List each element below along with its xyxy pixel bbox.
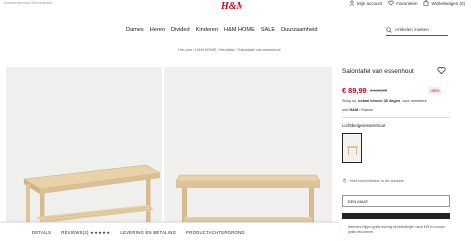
nav-item-dames[interactable]: Dames — [126, 27, 144, 33]
hm-logo[interactable]: H&M — [220, 0, 242, 14]
klarna-promo-line-1: Shop nu, betaal binnen 30 dagen, voor me… — [342, 99, 427, 103]
original-price: € 199,00 — [370, 88, 388, 93]
top-bar: Klantenservice Nieuwsbrief H&M Mijn acco… — [0, 0, 475, 12]
favorites-link[interactable]: Favorieten — [388, 0, 417, 6]
table-illustration-front — [164, 67, 332, 241]
product-image-angled[interactable] — [6, 67, 162, 241]
breadcrumb[interactable]: Hm.com / H&M HOME / Meubilair / Salontaf… — [178, 48, 281, 52]
nav-item-kinderen[interactable]: Kinderen — [196, 27, 218, 33]
svg-text:H&M: H&M — [220, 1, 242, 12]
favorite-heart-icon[interactable] — [437, 66, 446, 75]
nav-item-heren[interactable]: Heren — [150, 27, 165, 33]
promo-text-end: , voor members — [400, 99, 427, 103]
heart-icon — [388, 0, 394, 6]
cart-label: Winkelwagen (0) — [431, 0, 465, 6]
search-icon — [386, 26, 392, 33]
promo-bold-text: betaal binnen 30 dagen — [358, 99, 401, 103]
account-link[interactable]: Mijn account — [349, 0, 382, 6]
nav-item-duurzaamheid[interactable]: Duurzaamheid — [281, 27, 317, 33]
account-label: Mijn account — [356, 0, 383, 6]
klarna-promo-line-2: met H&M • Klarna. — [342, 108, 374, 112]
discount-badge: -55% — [428, 87, 442, 94]
account-links: Mijn account Favorieten Winkelwagen (0) — [349, 0, 465, 6]
favorites-label: Favorieten — [396, 0, 418, 6]
main-nav: Dames Heren Divided Kinderen H&M HOME SA… — [126, 27, 318, 33]
nav-item-divided[interactable]: Divided — [171, 27, 190, 33]
shopping-bag-icon — [424, 0, 429, 6]
size-selector[interactable]: EEN MAAT — [342, 195, 450, 207]
store-availability: Niet beschikbaar in de winkels — [342, 178, 404, 183]
tab-delivery-payment[interactable]: LEVERING EN BETALING — [120, 230, 176, 235]
top-links[interactable]: Klantenservice Nieuwsbrief — [4, 0, 52, 5]
add-to-cart-button[interactable] — [342, 213, 450, 219]
product-title: Salontafel van essenhout — [342, 68, 414, 75]
nav-item-hm-home[interactable]: H&M HOME — [224, 27, 255, 33]
table-illustration-angled — [6, 67, 162, 241]
availability-text: Niet beschikbaar in de winkels — [350, 178, 404, 183]
user-icon — [349, 0, 355, 6]
color-swatch[interactable] — [342, 133, 362, 163]
tab-details[interactable]: DETAILS — [32, 230, 51, 235]
promo-text: Shop nu, — [342, 99, 359, 103]
location-pin-icon — [342, 178, 347, 183]
search-placeholder: Artikelen zoeken — [395, 27, 429, 32]
cart-link[interactable]: Winkelwagen (0) — [423, 0, 465, 6]
tab-product-background[interactable]: PRODUCTACHTERGROND — [186, 230, 245, 235]
color-label: Lichtbeige/essenhout — [342, 123, 386, 128]
klarna-text: • Klarna. — [358, 108, 374, 112]
divider — [342, 117, 450, 118]
sale-price: € 89,99 — [342, 86, 367, 95]
nav-item-sale[interactable]: SALE — [261, 27, 275, 33]
product-image-front[interactable] — [164, 67, 332, 241]
member-delivery-note: Members krijgen gratis levering bij best… — [348, 225, 445, 234]
hm-mini-logo: H&M — [349, 108, 359, 112]
product-tabs-bar: DETAILS REVIEWS(2) ★★★★★ LEVERING EN BET… — [0, 222, 338, 241]
search-input[interactable]: Artikelen zoeken — [386, 24, 448, 36]
tab-reviews[interactable]: REVIEWS(2) ★★★★★ — [61, 230, 110, 235]
swatch-thumbnail — [345, 136, 360, 161]
